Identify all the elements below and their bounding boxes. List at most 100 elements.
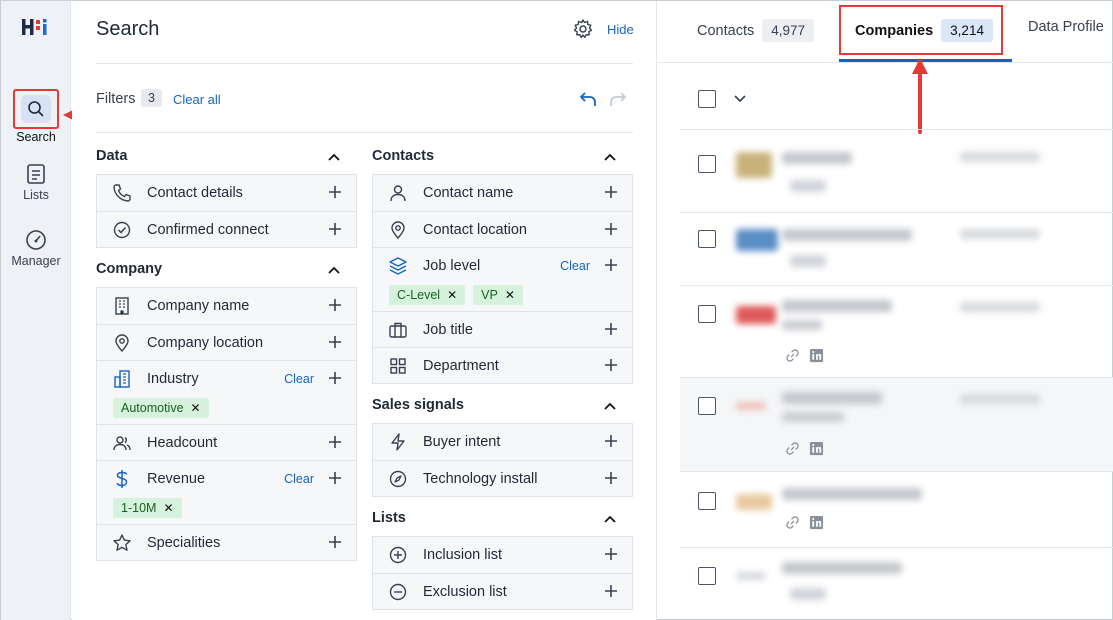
- close-icon[interactable]: ✕: [505, 288, 515, 302]
- section-data-header[interactable]: Data: [96, 148, 357, 170]
- section-contacts-header[interactable]: Contacts: [372, 148, 633, 170]
- filter-revenue[interactable]: Revenue Clear 1-10M ✕: [97, 460, 356, 524]
- filter-job-title[interactable]: Job title: [373, 311, 632, 347]
- gear-icon[interactable]: [572, 18, 594, 40]
- row-checkbox[interactable]: [698, 305, 716, 323]
- plus-icon[interactable]: [328, 298, 342, 312]
- nav-manager[interactable]: Manager: [1, 229, 71, 268]
- tab-contacts[interactable]: Contacts 4,977: [697, 19, 815, 42]
- chevron-up-icon[interactable]: [603, 399, 617, 413]
- table-row[interactable]: [680, 212, 1113, 285]
- filter-industry[interactable]: Industry Clear Automotive ✕: [97, 360, 356, 424]
- chevron-up-icon[interactable]: [327, 150, 341, 164]
- chevron-up-icon[interactable]: [603, 150, 617, 164]
- row-checkbox[interactable]: [698, 230, 716, 248]
- tab-count: 4,977: [762, 19, 815, 42]
- filter-exclusion-list[interactable]: Exclusion list: [373, 573, 632, 609]
- filter-specialities[interactable]: Specialities: [97, 524, 356, 560]
- plus-icon[interactable]: [604, 434, 618, 448]
- close-icon[interactable]: ✕: [447, 288, 457, 302]
- link-icon[interactable]: [785, 441, 800, 456]
- filters-count-badge: 3: [141, 89, 162, 107]
- linkedin-icon[interactable]: [809, 348, 824, 363]
- company-name: [782, 229, 912, 241]
- plus-icon[interactable]: [604, 547, 618, 561]
- section-title: Company: [96, 261, 163, 277]
- filter-company-location[interactable]: Company location: [97, 324, 356, 360]
- filter-technology-install[interactable]: Technology install: [373, 460, 632, 496]
- chevron-up-icon[interactable]: [327, 263, 341, 277]
- plus-icon[interactable]: [328, 471, 342, 485]
- table-row[interactable]: [680, 129, 1113, 212]
- table-row[interactable]: [680, 285, 1113, 377]
- chevron-up-icon[interactable]: [603, 512, 617, 526]
- list-icon: [27, 164, 45, 184]
- table-row[interactable]: [680, 471, 1113, 547]
- section-sales-signals-header[interactable]: Sales signals: [372, 397, 633, 419]
- plus-icon[interactable]: [604, 358, 618, 372]
- close-icon[interactable]: ✕: [191, 401, 201, 415]
- table-row[interactable]: [680, 377, 1113, 471]
- hide-button[interactable]: Hide: [607, 22, 634, 37]
- row-checkbox[interactable]: [698, 492, 716, 510]
- section-lists-header[interactable]: Lists: [372, 510, 633, 532]
- plus-icon[interactable]: [328, 335, 342, 349]
- plus-icon[interactable]: [328, 185, 342, 199]
- revenue-clear-button[interactable]: Clear: [284, 472, 314, 486]
- filter-confirmed-connect[interactable]: Confirmed connect: [97, 211, 356, 247]
- plus-circle-icon: [389, 546, 407, 564]
- filter-label: Buyer intent: [423, 434, 501, 450]
- clear-all-button[interactable]: Clear all: [173, 92, 221, 107]
- plus-icon[interactable]: [328, 222, 342, 236]
- plus-icon[interactable]: [604, 222, 618, 236]
- row-checkbox[interactable]: [698, 155, 716, 173]
- plus-icon[interactable]: [328, 535, 342, 549]
- plus-icon[interactable]: [328, 435, 342, 449]
- filter-contact-location[interactable]: Contact location: [373, 211, 632, 247]
- section-data-group: Contact details Confirmed connect: [96, 174, 357, 248]
- page-title: Search: [96, 18, 160, 40]
- tab-companies[interactable]: Companies 3,214: [855, 19, 993, 42]
- row-checkbox[interactable]: [698, 397, 716, 415]
- section-contacts-group: Contact name Contact location Job level …: [372, 174, 633, 384]
- nav-lists[interactable]: Lists: [1, 163, 71, 202]
- section-company-header[interactable]: Company: [96, 261, 357, 283]
- plus-icon[interactable]: [604, 322, 618, 336]
- select-all-checkbox[interactable]: [698, 90, 716, 108]
- search-panel: Search Hide Filters 3 Clear all Data Con…: [72, 1, 657, 620]
- filter-contact-details[interactable]: Contact details: [97, 175, 356, 211]
- job-level-clear-button[interactable]: Clear: [560, 259, 590, 273]
- plus-icon[interactable]: [604, 584, 618, 598]
- industry-clear-button[interactable]: Clear: [284, 372, 314, 386]
- undo-icon[interactable]: [578, 89, 598, 109]
- filter-job-level[interactable]: Job level Clear C-Level ✕ VP ✕: [373, 247, 632, 311]
- filter-department[interactable]: Department: [373, 347, 632, 383]
- building-icon: [115, 297, 129, 315]
- filter-company-name[interactable]: Company name: [97, 288, 356, 324]
- linkedin-icon[interactable]: [809, 441, 824, 456]
- plus-icon[interactable]: [328, 371, 342, 385]
- filter-inclusion-list[interactable]: Inclusion list: [373, 537, 632, 573]
- link-icon[interactable]: [785, 515, 800, 530]
- tab-label: Contacts: [697, 22, 755, 39]
- chevron-down-icon[interactable]: [733, 93, 747, 105]
- company-logo: [736, 494, 772, 510]
- row-checkbox[interactable]: [698, 567, 716, 585]
- table-row[interactable]: [680, 547, 1113, 620]
- plus-icon[interactable]: [604, 185, 618, 199]
- filter-label: Company location: [147, 335, 264, 351]
- filter-buyer-intent[interactable]: Buyer intent: [373, 424, 632, 460]
- lightning-icon: [391, 433, 405, 451]
- redo-icon[interactable]: [608, 89, 628, 109]
- plus-icon[interactable]: [604, 258, 618, 272]
- plus-icon[interactable]: [604, 471, 618, 485]
- filter-headcount[interactable]: Headcount: [97, 424, 356, 460]
- tab-data-profile[interactable]: Data Profile: [1028, 19, 1104, 35]
- link-icon[interactable]: [785, 348, 800, 363]
- filter-contact-name[interactable]: Contact name: [373, 175, 632, 211]
- close-icon[interactable]: ✕: [163, 501, 173, 515]
- filter-chip: 1-10M ✕: [113, 498, 182, 518]
- linkedin-icon[interactable]: [809, 515, 824, 530]
- tab-label: Companies: [855, 22, 934, 39]
- nav-lists-label: Lists: [23, 188, 49, 202]
